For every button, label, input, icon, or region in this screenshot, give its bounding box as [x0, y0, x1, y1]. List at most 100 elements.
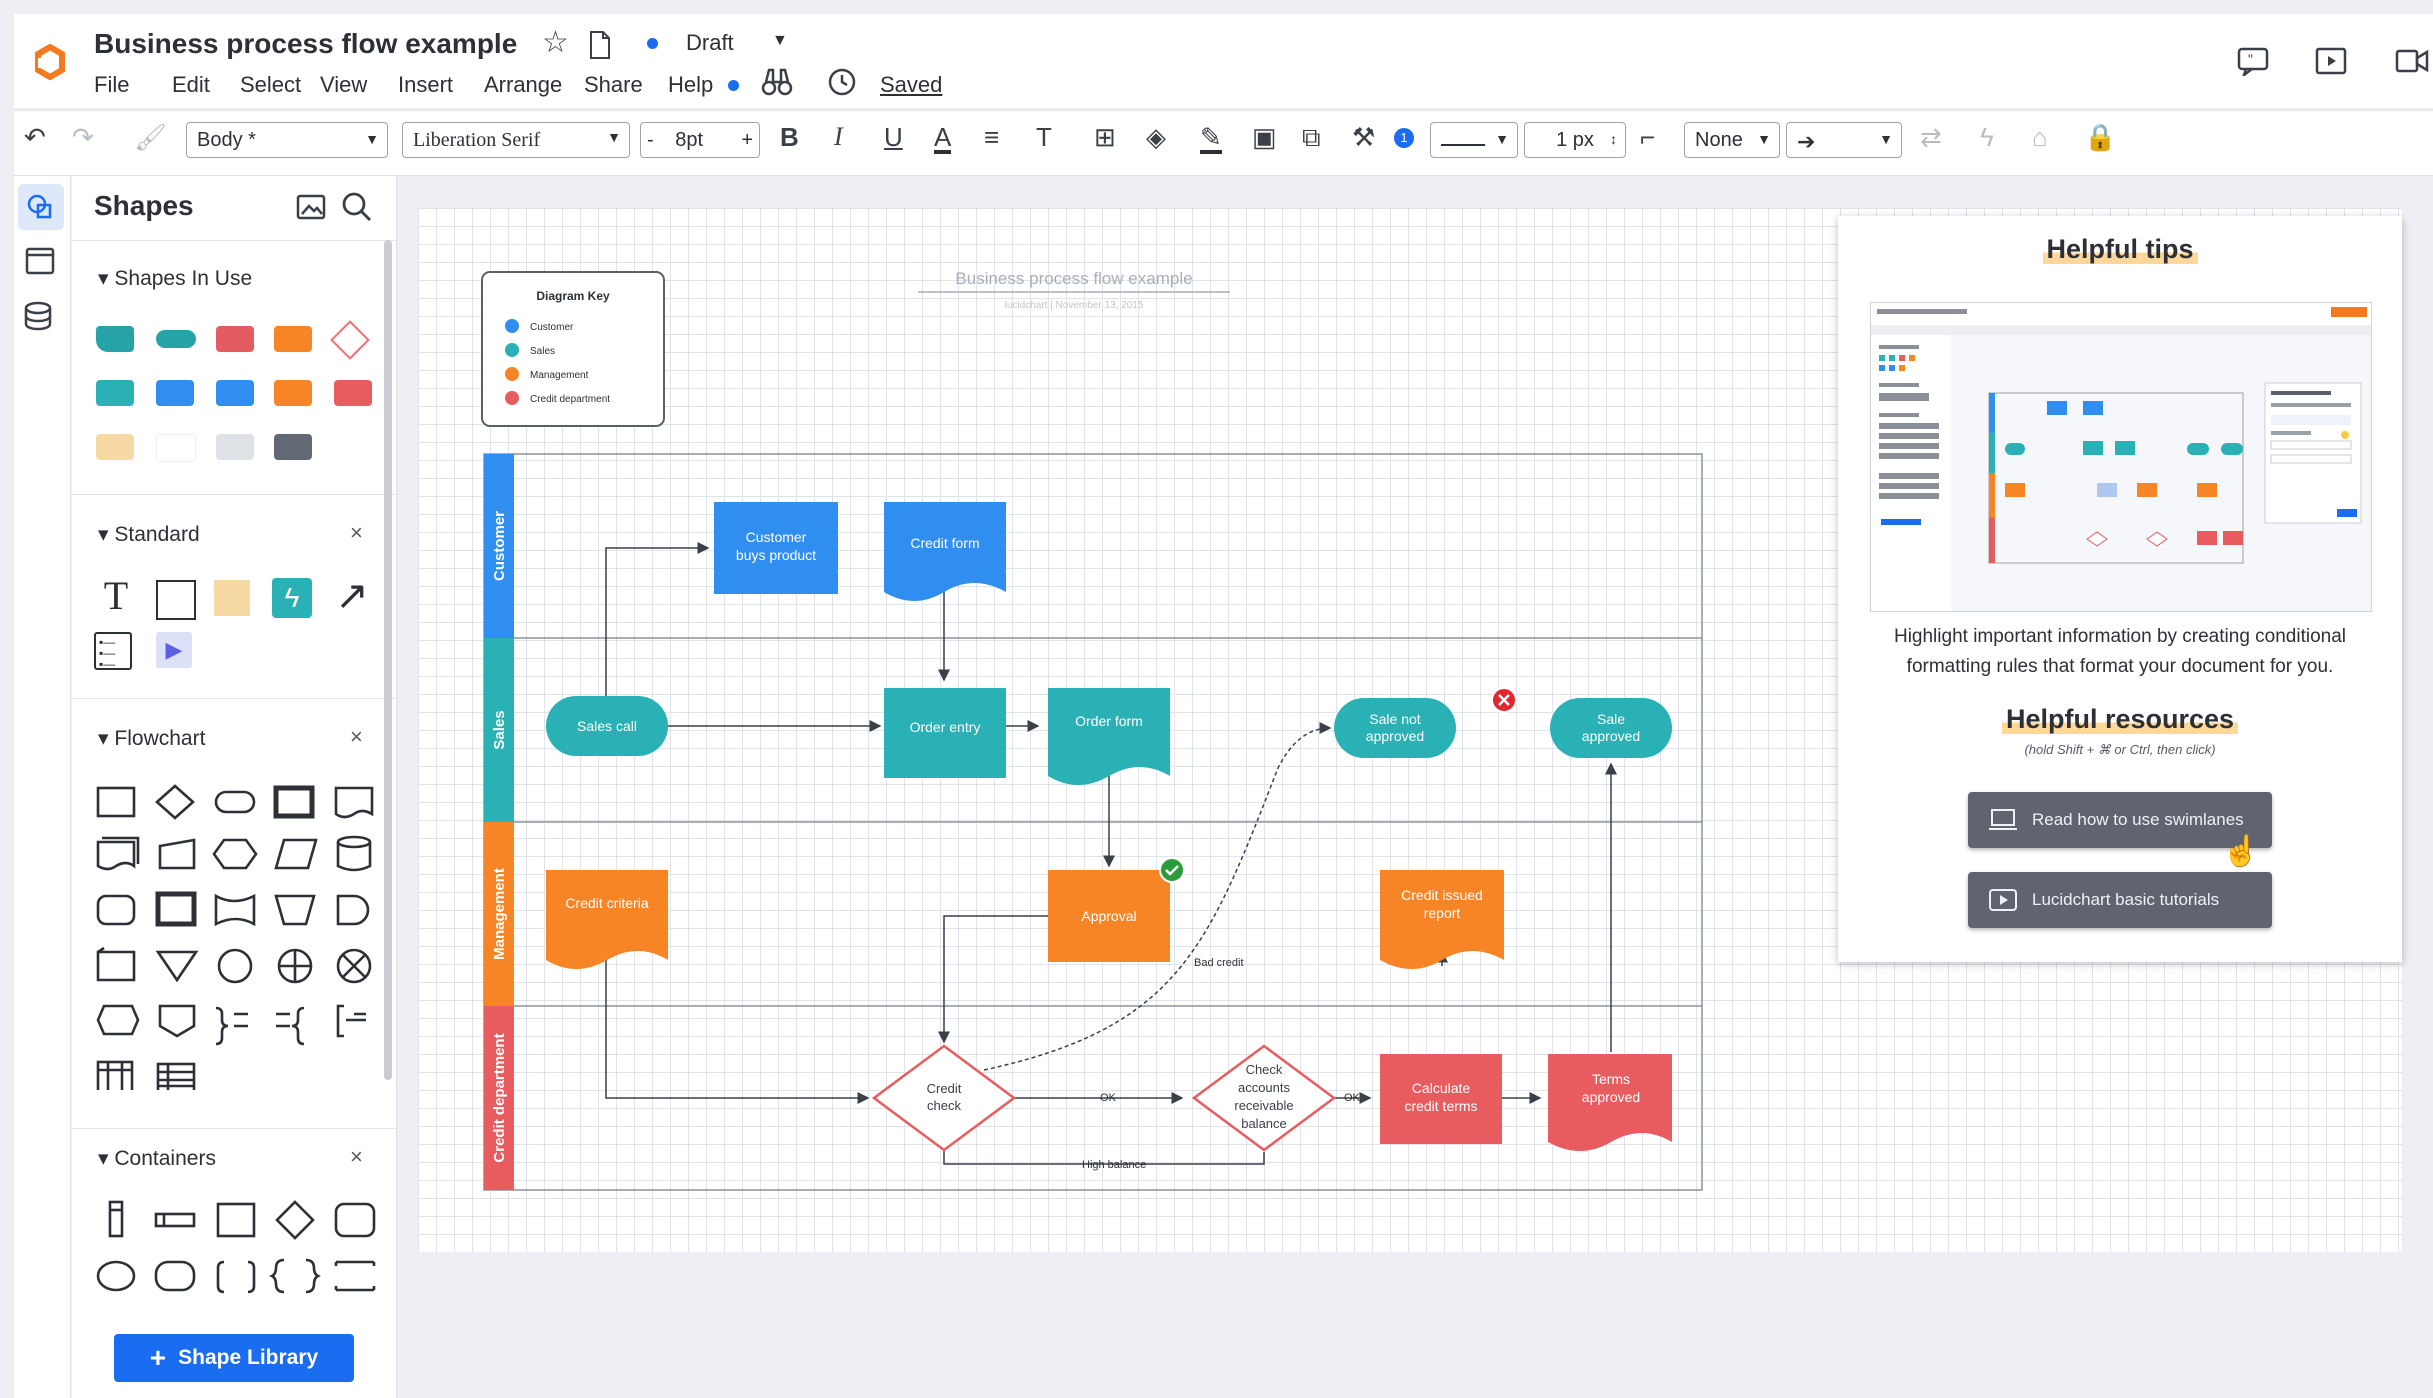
swatch-document-orange[interactable]: [274, 326, 312, 352]
italic-button[interactable]: I: [834, 124, 843, 150]
undo-icon[interactable]: ↶: [24, 124, 46, 150]
flowchart-shapes-grid[interactable]: [94, 780, 384, 1090]
image-search-icon[interactable]: [296, 192, 328, 222]
node-credit-check[interactable]: Credit check: [871, 1044, 1017, 1152]
helpful-tips-panel[interactable]: Helpful tips Highlight important informa…: [1838, 216, 2402, 962]
shape-options-icon[interactable]: ⧉: [1302, 124, 1321, 150]
align-icon[interactable]: ≡: [984, 124, 999, 150]
close-icon[interactable]: ×: [350, 520, 363, 546]
swatch-note[interactable]: [96, 434, 134, 460]
shapes-rail-button[interactable]: [18, 184, 64, 230]
style-select[interactable]: Body * ▼: [186, 122, 388, 158]
arrow-line-icon[interactable]: ↗: [330, 576, 374, 616]
swatch-orange[interactable]: [274, 380, 312, 406]
node-order-entry[interactable]: Order entry: [884, 688, 1006, 778]
list-shape-icon[interactable]: ▪— ▪— ▪—: [94, 632, 132, 670]
line-width-select[interactable]: 1 px ↕: [1524, 122, 1626, 158]
swatch-grey[interactable]: [216, 434, 254, 460]
decrease-size-button[interactable]: -: [647, 129, 654, 151]
section-flowchart[interactable]: ▾ Flowchart: [98, 726, 205, 751]
swatch-blue-doc[interactable]: [156, 380, 194, 406]
node-credit-form[interactable]: Credit form: [884, 502, 1006, 601]
node-check-accounts-receivable[interactable]: Check accounts receivable balance: [1191, 1044, 1337, 1152]
comment-icon[interactable]: ": [2236, 46, 2270, 76]
text-options-button[interactable]: T: [1036, 124, 1052, 150]
swatch-process[interactable]: [96, 326, 134, 352]
close-icon[interactable]: ×: [350, 724, 363, 750]
bold-button[interactable]: B: [780, 124, 799, 150]
note-shape-icon[interactable]: [214, 580, 250, 616]
swatch-terminator[interactable]: [156, 330, 196, 348]
section-standard[interactable]: ▾ Standard: [98, 522, 200, 547]
redo-icon[interactable]: ↷: [72, 124, 94, 150]
conditional-format-badge[interactable]: 1: [1394, 128, 1414, 148]
chevron-down-icon[interactable]: ▼: [772, 32, 788, 50]
node-customer-buys-product[interactable]: Customer buys product: [714, 502, 838, 594]
data-icon[interactable]: [22, 300, 58, 334]
fill-color-icon[interactable]: ◈: [1146, 124, 1166, 150]
menu-view[interactable]: View: [320, 72, 367, 98]
tutorials-button[interactable]: Lucidchart basic tutorials: [1968, 872, 2272, 928]
node-sale-approved[interactable]: Sale approved: [1550, 698, 1672, 758]
node-calculate-credit-terms[interactable]: Calculate credit terms: [1380, 1054, 1502, 1144]
swatch-red-doc[interactable]: [334, 380, 372, 406]
close-icon[interactable]: ×: [350, 1144, 363, 1170]
menu-edit[interactable]: Edit: [172, 72, 210, 98]
shape-library-button[interactable]: + Shape Library: [114, 1334, 354, 1382]
video-shape-icon[interactable]: ▶: [156, 632, 192, 668]
line-shape-icon[interactable]: ⌐: [1640, 124, 1655, 150]
increase-size-button[interactable]: +: [741, 129, 753, 152]
endpoint-start-select[interactable]: None ▼: [1684, 122, 1780, 158]
swatch-process-red[interactable]: [216, 326, 254, 352]
line-style-select[interactable]: ▼: [1430, 122, 1518, 158]
lock-icon[interactable]: 🔒: [2084, 124, 2116, 150]
star-icon[interactable]: ☆: [542, 28, 569, 58]
font-select[interactable]: Liberation Serif ▼: [402, 122, 630, 158]
section-containers[interactable]: ▾ Containers: [98, 1146, 216, 1171]
node-order-form[interactable]: Order form: [1048, 688, 1170, 785]
position-icon[interactable]: ⊞: [1094, 124, 1116, 150]
font-color-button[interactable]: A: [934, 124, 952, 154]
saved-status-link[interactable]: Saved: [880, 72, 942, 98]
node-sale-not-approved[interactable]: Sale not approved: [1334, 698, 1456, 758]
lightning-icon[interactable]: ϟ: [1980, 124, 1994, 150]
node-sales-call[interactable]: Sales call: [546, 696, 668, 756]
frame-icon[interactable]: [24, 246, 58, 276]
present-icon[interactable]: [2314, 46, 2348, 76]
container-shapes-grid[interactable]: [94, 1196, 384, 1306]
swatch-blue[interactable]: [216, 380, 254, 406]
menu-select[interactable]: Select: [240, 72, 301, 98]
lucid-logo-icon[interactable]: [32, 44, 68, 80]
diagram-title[interactable]: Business process flow example: [955, 269, 1192, 288]
search-icon[interactable]: [340, 190, 374, 224]
binoculars-icon[interactable]: [760, 64, 794, 98]
panel-scrollbar[interactable]: [384, 240, 392, 1080]
format-painter-icon[interactable]: 🖌: [134, 124, 167, 150]
group-icon[interactable]: ⌂: [2032, 124, 2048, 150]
swatch-white[interactable]: [156, 434, 196, 462]
diagram-key[interactable]: Diagram Key Customer Sales Management Cr…: [481, 271, 665, 427]
document-icon[interactable]: [588, 30, 612, 60]
endpoint-end-select[interactable]: ➔ ▼: [1786, 122, 1902, 158]
error-status-icon[interactable]: [1491, 687, 1517, 713]
draft-status[interactable]: Draft: [686, 30, 734, 56]
swap-icon[interactable]: ⇄: [1920, 124, 1942, 150]
rectangle-shape-icon[interactable]: [156, 580, 196, 620]
action-shape-icon[interactable]: ϟ: [272, 578, 312, 618]
swatch-dark[interactable]: [274, 434, 312, 460]
document-title[interactable]: Business process flow example: [94, 28, 517, 60]
text-shape-icon[interactable]: T: [94, 576, 138, 616]
node-terms-approved[interactable]: Terms approved: [1548, 1054, 1672, 1151]
swatch-teal[interactable]: [96, 380, 134, 406]
section-shapes-in-use[interactable]: ▾ Shapes In Use: [98, 266, 252, 291]
video-call-icon[interactable]: [2394, 46, 2430, 76]
menu-insert[interactable]: Insert: [398, 72, 453, 98]
menu-file[interactable]: File: [94, 72, 129, 98]
node-credit-issued-report[interactable]: Credit issued report: [1380, 870, 1504, 969]
node-approval[interactable]: Approval: [1048, 870, 1170, 962]
menu-share[interactable]: Share: [584, 72, 643, 98]
node-credit-criteria[interactable]: Credit criteria: [546, 870, 668, 969]
menu-arrange[interactable]: Arrange: [484, 72, 562, 98]
menu-help[interactable]: Help: [668, 72, 713, 98]
line-color-icon[interactable]: ✎: [1200, 124, 1222, 154]
